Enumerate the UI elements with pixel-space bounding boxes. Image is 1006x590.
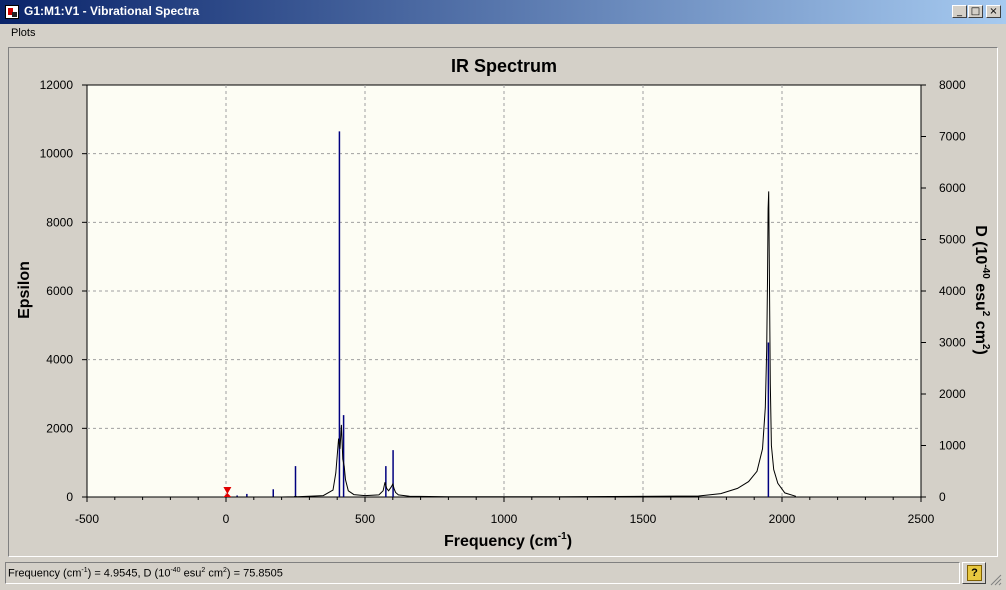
resize-grip-icon[interactable]: [988, 572, 1002, 586]
y2-tick-label: 0: [939, 490, 946, 504]
status-text: Frequency (cm-1) = 4.9545, D (10-40 esu2…: [8, 567, 283, 580]
y-tick-label: 8000: [46, 215, 73, 229]
y2-tick-label: 6000: [939, 181, 966, 195]
y2-tick-label: 5000: [939, 233, 966, 247]
x-tick-label: 2500: [908, 512, 935, 526]
x-tick-label: 2000: [769, 512, 796, 526]
x-axis-label-main: Frequency (cm: [444, 533, 558, 550]
ir-spectrum-chart[interactable]: -500 0 500 1000 1500 2000 25000200040006000800…: [0, 0, 1006, 590]
y2-tick-label: 8000: [939, 78, 966, 92]
x-tick-label: 1000: [491, 512, 518, 526]
chart-title: IR Spectrum: [451, 56, 557, 76]
y2-tick-label: 4000: [939, 284, 966, 298]
y2-tick-label: 7000: [939, 130, 966, 144]
status-bar: Frequency (cm-1) = 4.9545, D (10-40 esu2…: [5, 562, 960, 584]
x-tick-label: 500: [355, 512, 375, 526]
x-tick-label: 0: [223, 512, 230, 526]
y-tick-label: 10000: [40, 147, 74, 161]
y-axis-label: Epsilon: [16, 261, 33, 319]
help-icon: ?: [967, 565, 982, 581]
y2-tick-label: 3000: [939, 336, 966, 350]
y-tick-label: 6000: [46, 284, 73, 298]
help-button[interactable]: ?: [962, 562, 986, 584]
y-tick-label: 0: [66, 490, 73, 504]
x-tick-label: -500: [75, 512, 99, 526]
y-tick-label: 12000: [40, 78, 74, 92]
x-axis-label-end: ): [567, 533, 572, 550]
x-tick-label: 1500: [630, 512, 657, 526]
y2-axis-label: D (10-40 esu2 cm2): [972, 225, 991, 355]
y-tick-label: 2000: [46, 421, 73, 435]
y-tick-label: 4000: [46, 353, 73, 367]
x-axis-label: Frequency (cm-1): [444, 531, 572, 550]
y2-tick-label: 2000: [939, 387, 966, 401]
y2-tick-label: 1000: [939, 439, 966, 453]
